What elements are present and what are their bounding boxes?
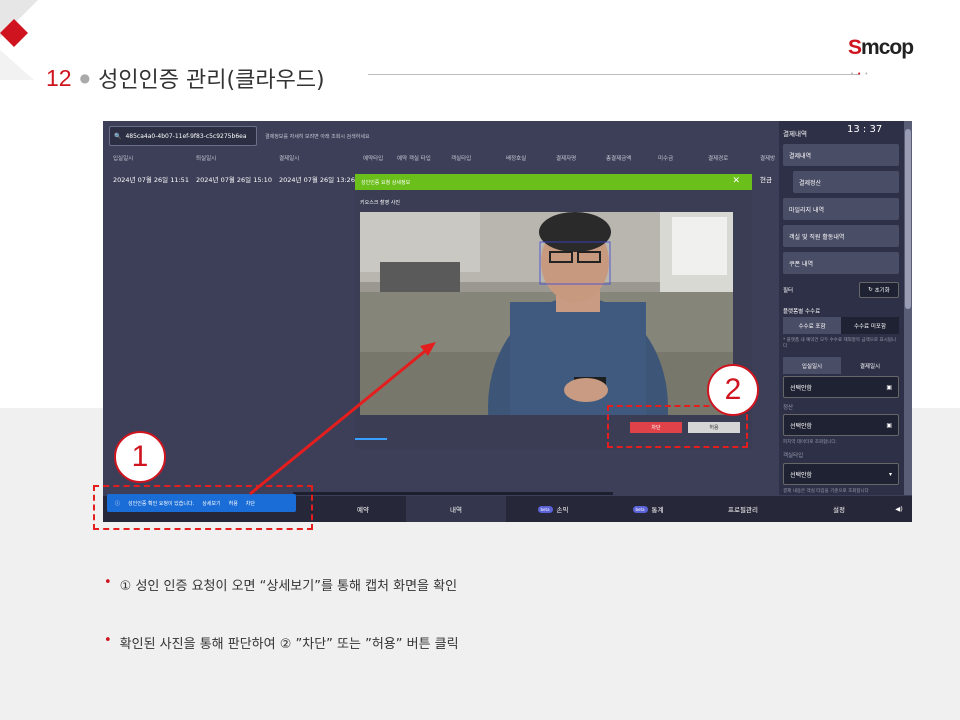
bullet-icon: • [104, 575, 112, 590]
annotation-arrows [249, 342, 436, 496]
callout-number-2: 2 [707, 364, 759, 416]
bullet-item: • ① 성인 인증 요청이 오면 “상세보기”를 통해 캡처 화면을 확인 [104, 575, 458, 594]
bullet-item: • 확인된 사진을 통해 판단하여 ② ”차단” 또는 ”허용” 버튼 클릭 [104, 633, 459, 652]
callout-box-1 [93, 485, 313, 530]
bullet-icon: • [104, 633, 112, 648]
callout-number-1: 1 [114, 431, 166, 483]
